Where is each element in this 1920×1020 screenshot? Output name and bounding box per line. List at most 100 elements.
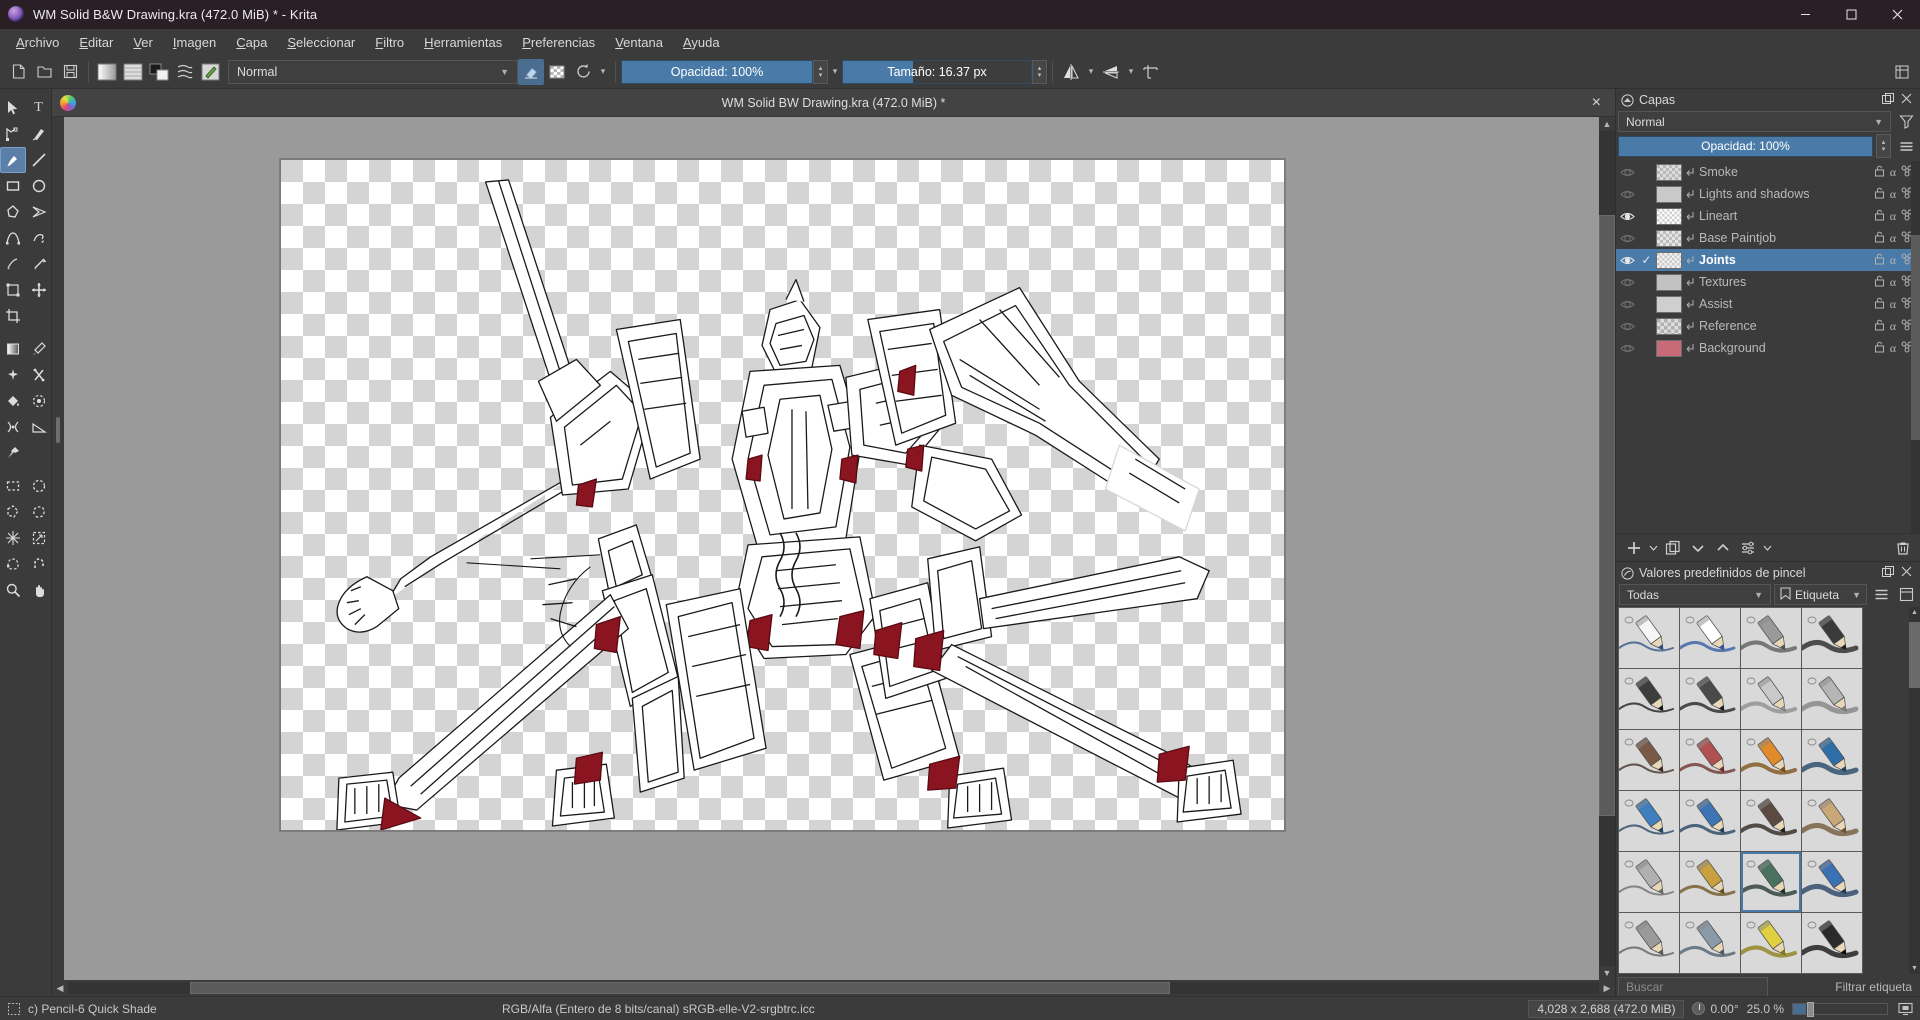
inherit-alpha-icon[interactable]: [1684, 298, 1697, 311]
brush-preset-pencil-orange[interactable]: [1741, 730, 1801, 790]
brush-grid-scrollbar[interactable]: ▲ ▼: [1909, 607, 1920, 974]
layer-list-scrollbar[interactable]: [1911, 161, 1920, 533]
canvas-rotation[interactable]: 0.00°: [1692, 1002, 1739, 1016]
alpha-lock-icon[interactable]: α: [1890, 209, 1896, 224]
opacity-spinner[interactable]: ▴ ▾: [813, 59, 828, 84]
brush-editor-icon[interactable]: [198, 59, 224, 85]
inherit-alpha-icon[interactable]: [1684, 166, 1697, 179]
scroll-left-icon[interactable]: ◀: [52, 981, 68, 995]
alpha-lock-icon[interactable]: α: [1890, 165, 1896, 180]
layer-row-textures[interactable]: Textures α: [1616, 271, 1920, 293]
brush-preset-eraser-small[interactable]: [1680, 608, 1740, 668]
toolbar-overflow-icon[interactable]: [1889, 59, 1915, 85]
menu-ayuda[interactable]: Ayuda: [673, 32, 730, 53]
preserve-alpha-icon[interactable]: [544, 59, 570, 85]
polygonal-selection-tool[interactable]: [0, 499, 26, 525]
brush-preset-ink-smooth[interactable]: [1680, 669, 1740, 729]
menu-preferencias[interactable]: Preferencias: [512, 32, 605, 53]
polyline-tool[interactable]: [26, 199, 52, 225]
mirror-vertical-icon[interactable]: [1098, 59, 1124, 85]
elliptical-selection-tool[interactable]: [26, 473, 52, 499]
inherit-alpha-icon[interactable]: [1684, 342, 1697, 355]
menu-ver[interactable]: Ver: [123, 32, 163, 53]
menu-seleccionar[interactable]: Seleccionar: [277, 32, 365, 53]
move-tool[interactable]: [26, 277, 52, 303]
magnetic-selection-tool[interactable]: [26, 551, 52, 577]
zoom-slider-knob[interactable]: [1807, 1001, 1815, 1017]
layer-row-smoke[interactable]: Smoke α: [1616, 161, 1920, 183]
visibility-off-icon[interactable]: [1618, 162, 1637, 182]
lock-layer-icon[interactable]: [1874, 341, 1885, 356]
measure-tool[interactable]: [26, 414, 52, 440]
reload-preset-icon[interactable]: [570, 59, 596, 85]
alpha-lock-icon[interactable]: α: [1890, 319, 1896, 334]
brush-preset-grid[interactable]: [1618, 607, 1863, 974]
visibility-off-icon[interactable]: [1618, 184, 1637, 204]
line-tool[interactable]: [26, 147, 52, 173]
close-docker-icon[interactable]: [1901, 93, 1912, 108]
lock-layer-icon[interactable]: [1874, 253, 1885, 268]
pan-tool[interactable]: [26, 577, 52, 603]
duplicate-layer-button[interactable]: [1661, 536, 1684, 559]
menu-imagen[interactable]: Imagen: [163, 32, 226, 53]
size-spinner[interactable]: ▴ ▾: [1032, 59, 1047, 84]
rectangle-tool[interactable]: [0, 173, 26, 199]
vscroll-track[interactable]: [1599, 131, 1615, 966]
list-view-icon[interactable]: [1870, 584, 1892, 605]
fg-bg-color-icon[interactable]: [146, 59, 172, 85]
opacity-slider[interactable]: Opacidad: 100%: [621, 59, 813, 84]
maximize-button[interactable]: [1828, 0, 1874, 29]
canvas-horizontal-scrollbar[interactable]: ◀ ▶: [52, 980, 1615, 996]
freehand-brush-tool[interactable]: [0, 147, 26, 173]
brush-preset-pen-brown[interactable]: [1619, 730, 1679, 790]
canvas-splitter-handle[interactable]: [56, 417, 60, 443]
crop-tool[interactable]: [0, 303, 26, 329]
visibility-off-icon[interactable]: [1618, 294, 1637, 314]
contiguous-selection-tool[interactable]: [0, 525, 26, 551]
brush-preset-pencil-blue[interactable]: [1802, 730, 1862, 790]
brush-preset-marker-grey[interactable]: [1619, 852, 1679, 912]
brush-preset-ink-dark[interactable]: [1619, 669, 1679, 729]
reload-dropdown-icon[interactable]: ▾: [596, 60, 610, 84]
pattern-icon[interactable]: [120, 59, 146, 85]
mirror-h-dropdown-icon[interactable]: ▾: [1084, 60, 1098, 84]
alpha-lock-icon[interactable]: α: [1890, 341, 1896, 356]
brush-search-input[interactable]: Buscar: [1618, 976, 1768, 997]
select-shapes-tool[interactable]: [0, 95, 26, 121]
zoom-tool[interactable]: [0, 577, 26, 603]
vscroll-thumb[interactable]: [1599, 214, 1615, 816]
brush-preset-pencil-gold[interactable]: [1680, 852, 1740, 912]
brush-preset-pen-red[interactable]: [1680, 730, 1740, 790]
scroll-down-icon[interactable]: ▼: [1599, 966, 1615, 980]
detail-view-icon[interactable]: [1895, 584, 1917, 605]
scroll-up-icon[interactable]: ▲: [1909, 607, 1920, 618]
brush-preset-ink-black[interactable]: [1802, 913, 1862, 973]
menu-archivo[interactable]: Archivo: [6, 32, 69, 53]
dynamic-brush-tool[interactable]: [0, 251, 26, 277]
brush-preset-airbrush-soft[interactable]: [1741, 608, 1801, 668]
layer-properties-dropdown[interactable]: [1761, 536, 1773, 559]
artboard[interactable]: [280, 159, 1285, 831]
layer-row-lights-and-shadows[interactable]: Lights and shadows α: [1616, 183, 1920, 205]
layer-row-joints[interactable]: ✓ Joints α: [1616, 249, 1920, 271]
visibility-off-icon[interactable]: [1618, 316, 1637, 336]
brush-preset-pen-steel[interactable]: [1680, 913, 1740, 973]
canvas-viewport[interactable]: [64, 117, 1599, 980]
transform-tool[interactable]: [0, 277, 26, 303]
layer-row-background[interactable]: Background α: [1616, 337, 1920, 359]
float-docker-icon[interactable]: [1882, 92, 1894, 108]
brush-preset-pencil-dark[interactable]: [1741, 791, 1801, 851]
layer-row-lineart[interactable]: Lineart α: [1616, 205, 1920, 227]
fill-tool[interactable]: [0, 388, 26, 414]
menu-filtro[interactable]: Filtro: [365, 32, 414, 53]
brush-scroll-thumb[interactable]: [1909, 621, 1920, 688]
freehand-path-tool[interactable]: [26, 225, 52, 251]
hscroll-track[interactable]: [68, 982, 1599, 994]
ellipse-tool[interactable]: [26, 173, 52, 199]
save-file-icon[interactable]: [57, 59, 83, 85]
zoom-slider[interactable]: [1792, 1001, 1888, 1017]
brush-preset-pencil-tan[interactable]: [1802, 791, 1862, 851]
visibility-off-icon[interactable]: [1618, 272, 1637, 292]
color-sampler-tool[interactable]: [26, 336, 52, 362]
open-file-icon[interactable]: [31, 59, 57, 85]
